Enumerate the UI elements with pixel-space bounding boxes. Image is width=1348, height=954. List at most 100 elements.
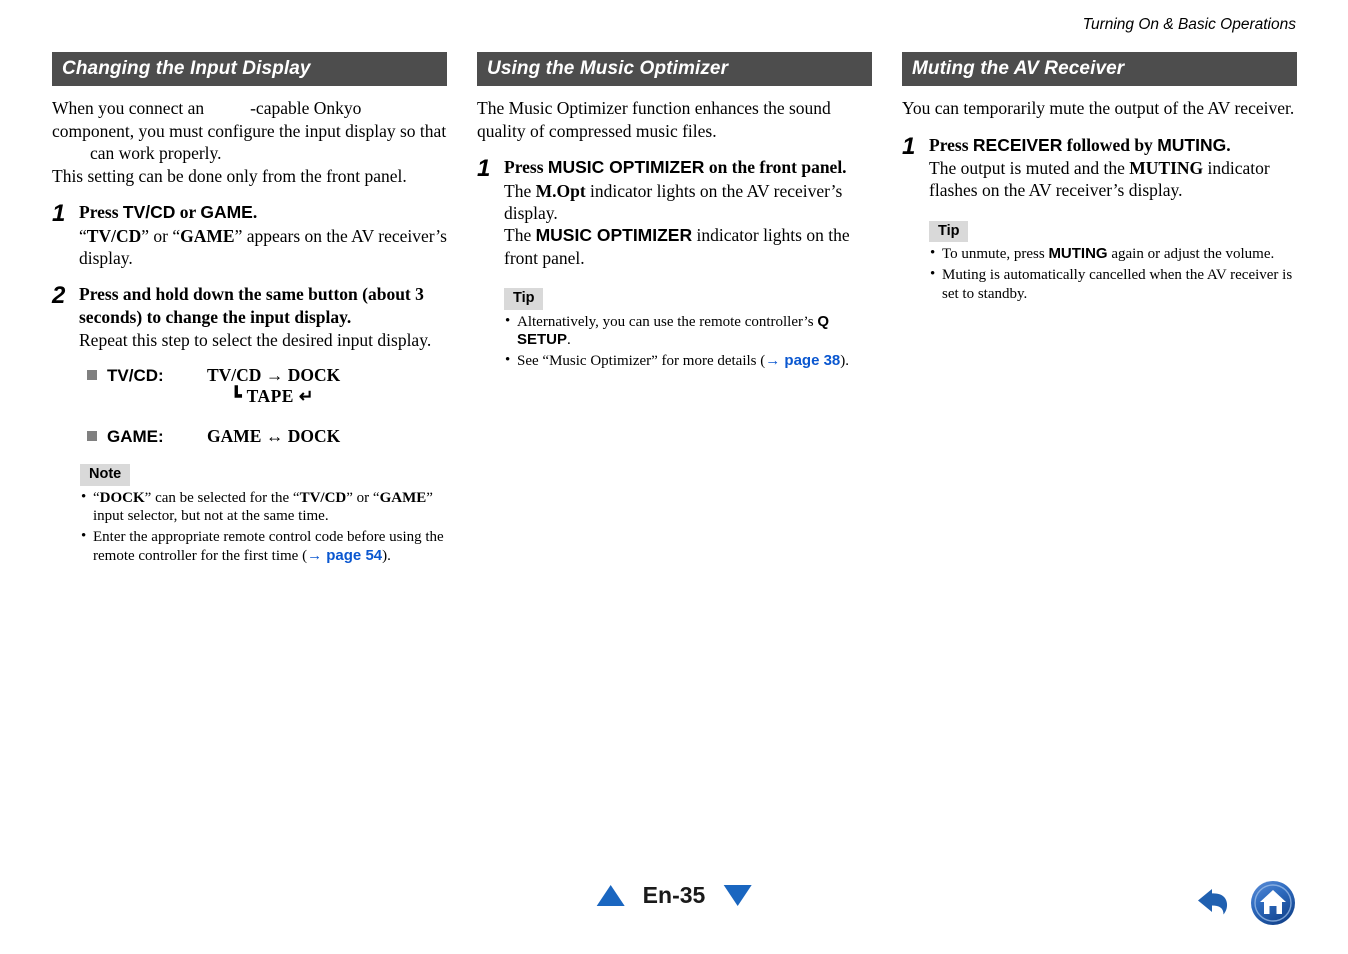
tip-part: ). — [840, 352, 850, 369]
tip-list-item: Alternatively, you can use the remote co… — [504, 312, 872, 350]
tip-label: Tip — [504, 288, 544, 310]
diagram-cycle-line-1: TV/CD → DOCK — [207, 364, 341, 385]
diagram-cycle-game: GAME ↔ DOCK — [207, 426, 340, 448]
page-link-54[interactable]: → page 54 — [307, 547, 382, 564]
display-tv-cd: TV/CD — [299, 489, 347, 506]
step-description: The output is muted and the MUTING indic… — [929, 157, 1297, 202]
column-muting-av-receiver: Muting the AV Receiver You can temporari… — [902, 52, 1297, 565]
section-heading-changing-input-display: Changing the Input Display — [52, 52, 447, 86]
diagram-label-tv-cd: TV/CD: — [79, 365, 207, 387]
note-callout: Note “DOCK” can be selected for the “TV/… — [80, 464, 447, 565]
step-description: The M.Opt indicator lights on the AV rec… — [504, 180, 872, 270]
intro-paragraph-2: This setting can be done only from the f… — [52, 165, 407, 186]
step-item: 1 Press TV/CD or GAME. “TV/CD” or “GAME”… — [52, 201, 447, 269]
step-number: 1 — [902, 132, 916, 160]
page-navigation: En-35 — [596, 882, 752, 909]
tip-part: Alternatively, you can use the remote co… — [517, 313, 818, 330]
button-receiver: RECEIVER — [972, 134, 1063, 155]
note-list-item: Enter the appropriate remote control cod… — [80, 527, 447, 565]
tip-list: Alternatively, you can use the remote co… — [504, 312, 872, 371]
desc-part: The output is muted and the — [929, 157, 1130, 178]
diagram-row-tv-cd: TV/CD: TV/CD → DOCK ┗ TAPE ↵ — [79, 365, 447, 409]
desc-part: “ — [79, 225, 87, 246]
column-changing-input-display: Changing the Input Display When you conn… — [52, 52, 447, 565]
display-tv-cd: TV/CD — [86, 225, 142, 246]
step-title-part: Press — [79, 202, 123, 223]
tip-list-item: To unmute, press MUTING again or adjust … — [929, 244, 1297, 264]
running-head: Turning On & Basic Operations — [1082, 16, 1296, 33]
indicator-music-optimizer: MUSIC OPTIMIZER — [535, 225, 693, 246]
step-title-part: followed by — [1062, 134, 1158, 155]
intro-paragraph: The Music Optimizer function enhances th… — [477, 98, 831, 141]
navigation-icons — [1192, 880, 1296, 926]
page-columns: Changing the Input Display When you conn… — [52, 52, 1297, 565]
section-heading-muting-av-receiver: Muting the AV Receiver — [902, 52, 1297, 86]
note-part: “ — [93, 489, 100, 506]
step-title: Press TV/CD or GAME. — [79, 201, 447, 223]
tip-part: See “Music Optimizer” for more details ( — [517, 352, 766, 369]
triangle-up-icon[interactable] — [596, 885, 625, 906]
intro-paragraph: You can temporarily mute the output of t… — [902, 98, 1295, 118]
step-description: Repeat this step to select the desired i… — [79, 330, 432, 351]
step-body: Press RECEIVER followed by MUTING. The o… — [929, 134, 1297, 304]
intro-paragraph-1: When you connect an -capable Onkyo compon… — [52, 97, 447, 165]
intro-text-end: can work properly. — [90, 143, 222, 164]
tip-list-item: Muting is automatically cancelled when t… — [929, 265, 1297, 303]
diagram-label-game: GAME: — [79, 426, 207, 448]
desc-part: The — [504, 225, 536, 246]
step-number: 1 — [52, 200, 66, 228]
note-part: ). — [382, 547, 391, 564]
step-title-part: or — [175, 202, 201, 223]
display-dock: DOCK — [99, 489, 145, 506]
display-game: GAME — [379, 489, 427, 506]
back-arrow-icon[interactable] — [1192, 880, 1238, 926]
step-title-part: Press — [504, 157, 548, 178]
desc-part: ” or “ — [141, 225, 181, 246]
diagram-row-game: GAME: GAME ↔ DOCK — [79, 426, 447, 448]
indicator-m-opt: M.Opt — [535, 180, 586, 201]
triangle-down-icon[interactable] — [723, 885, 752, 906]
step-item: 1 Press RECEIVER followed by MUTING. The… — [902, 134, 1297, 304]
section-heading-music-optimizer: Using the Music Optimizer — [477, 52, 872, 86]
button-muting: MUTING — [1048, 245, 1108, 263]
step-item: 1 Press MUSIC OPTIMIZER on the front pan… — [477, 156, 872, 370]
tip-list: To unmute, press MUTING again or adjust … — [929, 244, 1297, 303]
step-title-part: Press — [929, 134, 973, 155]
tip-part: . — [567, 332, 571, 349]
step-body: Press and hold down the same button (abo… — [79, 283, 447, 448]
step-body: Press TV/CD or GAME. “TV/CD” or “GAME” a… — [79, 201, 447, 269]
page-number-label: En-35 — [642, 882, 706, 908]
step-title: Press and hold down the same button (abo… — [79, 284, 424, 327]
diagram-spacer — [79, 408, 447, 426]
step-title: Press RECEIVER followed by MUTING. — [929, 134, 1297, 156]
step-title-part: . — [252, 202, 258, 223]
note-part: ” can be selected for the “ — [144, 489, 300, 506]
diagram-cycle-tv-cd: TV/CD → DOCK ┗ TAPE ↵ — [207, 365, 340, 409]
display-game: GAME — [180, 225, 235, 246]
step-number: 1 — [477, 155, 491, 183]
column-music-optimizer: Using the Music Optimizer The Music Opti… — [477, 52, 872, 565]
button-music-optimizer: MUSIC OPTIMIZER — [547, 157, 705, 178]
indicator-muting: MUTING — [1129, 157, 1204, 178]
step-title-part: on the front panel. — [704, 157, 847, 178]
desc-part: The — [504, 180, 536, 201]
note-label: Note — [80, 464, 131, 486]
button-tv-cd: TV/CD — [122, 202, 176, 223]
home-icon[interactable] — [1250, 880, 1296, 926]
page-link-38[interactable]: → page 38 — [765, 352, 840, 369]
button-muting: MUTING — [1157, 134, 1227, 155]
note-part: Enter the appropriate remote control cod… — [93, 529, 444, 564]
button-game: GAME — [200, 202, 253, 223]
step-item: 2 Press and hold down the same button (a… — [52, 283, 447, 448]
step-description: “TV/CD” or “GAME” appears on the AV rece… — [79, 225, 447, 270]
tip-part: again or adjust the volume. — [1107, 246, 1275, 263]
tip-callout: Tip Alternatively, you can use the remot… — [504, 285, 872, 370]
note-list: “DOCK” can be selected for the “TV/CD” o… — [80, 488, 447, 565]
step-title: Press MUSIC OPTIMIZER on the front panel… — [504, 156, 872, 178]
intro-text-before-logo: When you connect an — [52, 98, 205, 118]
tip-list-item: See “Music Optimizer” for more details (… — [504, 351, 872, 371]
diagram-cycle-line-2: ┗ TAPE ↵ — [231, 386, 315, 407]
step-title-part: . — [1226, 134, 1231, 155]
note-part: ” or “ — [346, 489, 380, 506]
diagram-cycle-line-1: GAME ↔ DOCK — [207, 426, 341, 447]
